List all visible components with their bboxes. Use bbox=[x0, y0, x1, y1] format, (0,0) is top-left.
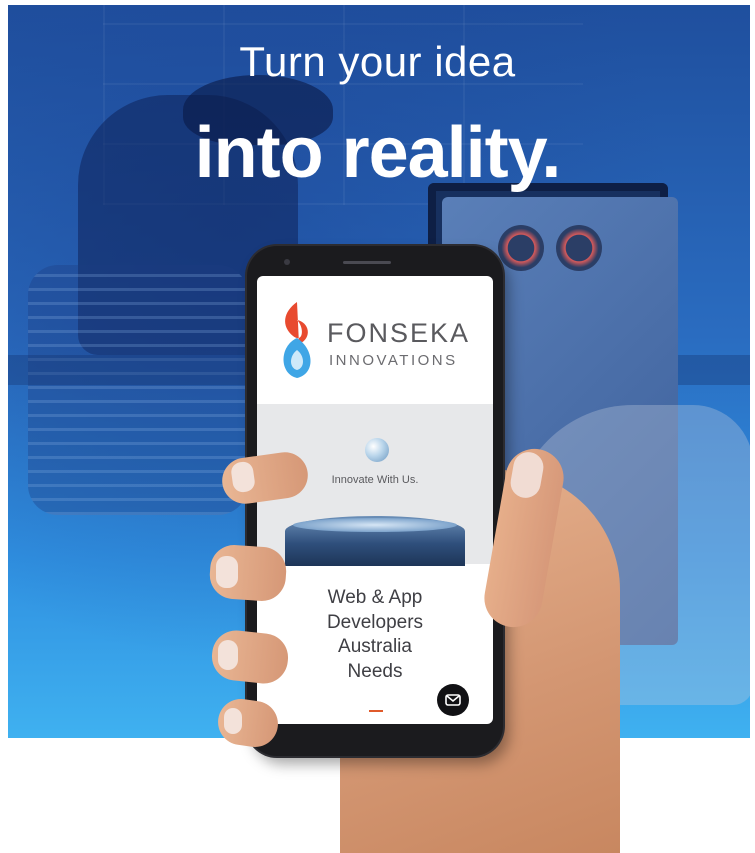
fingernail bbox=[224, 708, 242, 734]
hero-headline-line1: Turn your idea bbox=[239, 38, 516, 85]
mail-button[interactable] bbox=[437, 684, 469, 716]
hero-headline-line2: into reality. bbox=[194, 113, 562, 193]
smartphone: FONSEKA INNOVATIONS Innovate With Us. We… bbox=[247, 246, 503, 756]
brand-name: FONSEKA bbox=[327, 318, 471, 348]
fingernail bbox=[216, 556, 238, 588]
mail-icon bbox=[445, 694, 461, 706]
phone-headline: Web & App Developers Australia Needs bbox=[257, 586, 493, 684]
page-indicator[interactable] bbox=[369, 710, 383, 712]
logo-area[interactable]: FONSEKA INNOVATIONS bbox=[257, 276, 493, 404]
monitor-dial-left bbox=[498, 225, 544, 271]
monitor-dial-right bbox=[556, 225, 602, 271]
phone-headline-line: Australia bbox=[338, 636, 412, 657]
droplet-icon bbox=[365, 438, 389, 462]
water-glass-image bbox=[285, 516, 465, 566]
fonseka-logo-icon bbox=[283, 302, 311, 378]
background-chair bbox=[28, 265, 248, 515]
phone-headline-line: Needs bbox=[347, 660, 403, 682]
fingernail bbox=[218, 640, 238, 670]
phone-headline-line: Web & App bbox=[327, 587, 423, 608]
camera-icon bbox=[284, 259, 290, 265]
speaker-grille bbox=[343, 261, 391, 264]
brand-subtitle: INNOVATIONS bbox=[329, 352, 458, 369]
phone-headline-line: Developers bbox=[326, 611, 424, 633]
phone-screen: FONSEKA INNOVATIONS Innovate With Us. We… bbox=[257, 276, 493, 724]
